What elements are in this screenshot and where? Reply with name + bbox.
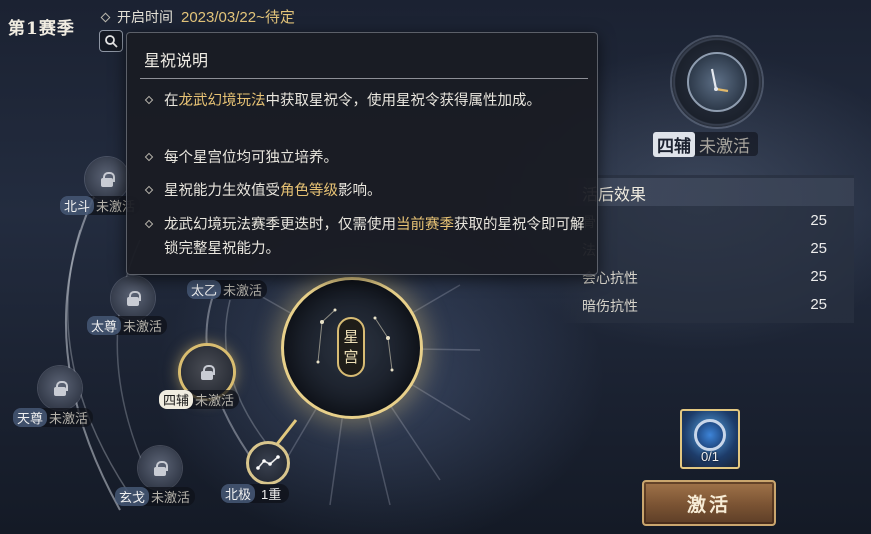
open-time-row: 开启时间 2023/03/22~待定 <box>100 6 295 27</box>
effect-row: 会心抗性 25 <box>582 268 827 287</box>
search-button[interactable] <box>99 30 123 52</box>
diamond-bullet-icon <box>100 12 111 23</box>
selected-star-label: 四辅 未激活 <box>653 131 758 157</box>
star-node-xuange[interactable] <box>138 446 182 490</box>
tooltip-item: 星祝能力生效值受角色等级影响。 <box>144 179 586 203</box>
lock-icon <box>54 380 68 396</box>
selected-star-emblem <box>672 37 762 127</box>
star-token-count: 0/1 <box>700 449 720 464</box>
lock-icon <box>154 460 168 476</box>
star-node-beidou[interactable] <box>85 157 129 201</box>
lock-icon <box>101 171 115 187</box>
effect-row: 暗伤抗性 25 <box>582 296 827 315</box>
label-xuange: 玄戈 未激活 <box>115 487 196 506</box>
season-title: 第1赛季 <box>8 19 75 39</box>
effect-row: 骨25 <box>582 212 827 231</box>
label-beiji: 北极 1重 <box>221 484 290 503</box>
tooltip-item: 在龙武幻境玩法中获取星祝令，使用星祝令获得属性加成。 <box>144 89 586 113</box>
star-token-icon <box>694 419 726 451</box>
star-node-tianzun[interactable] <box>38 366 82 410</box>
label-sifu: 四辅 未激活 <box>159 390 240 409</box>
search-icon <box>105 35 118 48</box>
star-node-beiji[interactable] <box>246 441 290 485</box>
open-time-value: 2023/03/22~待定 <box>181 9 295 26</box>
tooltip-divider <box>140 78 588 79</box>
star-hand-icon <box>710 68 729 93</box>
effect-row: 法25 <box>582 240 827 259</box>
tooltip-item: 龙武幻境玩法赛季更迭时，仅需使用当前赛季获取的星祝令即可解锁完整星祝能力。 <box>144 213 586 261</box>
label-taizun: 太尊 未激活 <box>87 316 168 335</box>
star-node-taizun[interactable] <box>111 276 155 320</box>
tooltip-item: 每个星宫位均可独立培养。 <box>144 146 586 170</box>
label-tianzun: 天尊 未激活 <box>13 408 94 427</box>
constellation-icon <box>256 455 280 470</box>
activate-button[interactable]: 激活 <box>642 480 776 526</box>
open-time-label: 开启时间 <box>117 10 173 26</box>
label-taiyi[interactable]: 太乙 未激活 <box>187 280 268 299</box>
lock-icon <box>201 364 215 380</box>
tooltip-title: 星祝说明 <box>144 51 209 70</box>
star-palace-plate: 星 宫 <box>337 317 365 377</box>
lock-icon <box>127 290 141 306</box>
